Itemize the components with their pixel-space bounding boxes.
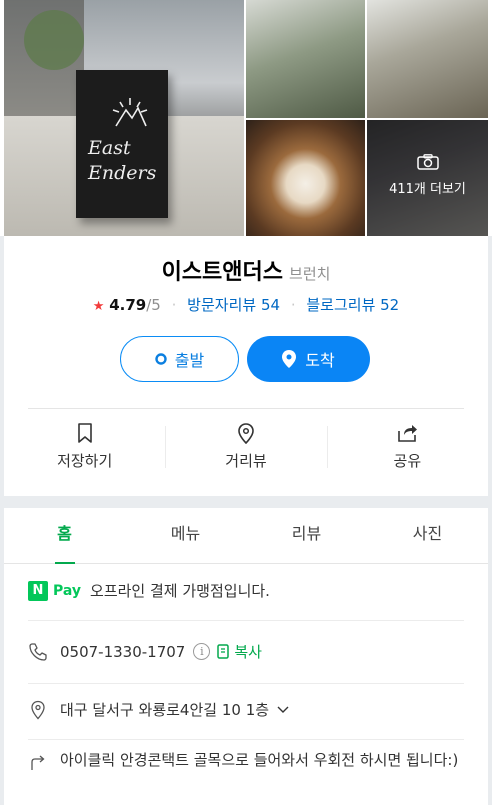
info-icon[interactable]: i bbox=[193, 643, 211, 660]
rating-star-icon: ★ bbox=[92, 299, 105, 314]
photo-interior-1[interactable] bbox=[246, 0, 365, 118]
rating-max: /5 bbox=[146, 296, 161, 314]
share-icon bbox=[398, 425, 418, 442]
map-pin-outline-icon bbox=[238, 423, 254, 444]
action-bar: 저장하기 거리뷰 공유 bbox=[4, 422, 488, 478]
visitor-reviews-link[interactable]: 방문자리뷰 54 bbox=[187, 296, 280, 314]
divider bbox=[28, 620, 464, 621]
share-action[interactable]: 공유 bbox=[326, 422, 488, 478]
save-label: 저장하기 bbox=[57, 452, 113, 470]
address-row[interactable]: 대구 달서구 와룡로4안길 10 1층 bbox=[28, 699, 464, 720]
photo-more[interactable]: 411개 더보기 bbox=[367, 120, 488, 236]
sign-line-2: Enders bbox=[88, 162, 157, 184]
detail-section: 홈 메뉴 리뷰 사진 N Pay 오프라인 결제 가맹점입니다. 0507-13… bbox=[4, 508, 488, 805]
tab-menu[interactable]: 메뉴 bbox=[125, 508, 246, 563]
place-category: 브런치 bbox=[289, 265, 331, 283]
main-photo[interactable]: East Enders bbox=[4, 0, 244, 236]
npay-row: N Pay 오프라인 결제 가맹점입니다. bbox=[28, 580, 464, 601]
arrive-button-label: 도착 bbox=[305, 351, 335, 370]
address-text: 대구 달서구 와룡로4안길 10 1층 bbox=[60, 701, 270, 719]
save-action[interactable]: 저장하기 bbox=[4, 422, 165, 478]
more-photos-link[interactable]: 411개 더보기 bbox=[367, 154, 488, 197]
store-sign: East Enders bbox=[76, 70, 168, 218]
photo-gallery: East Enders 411개 더보기 bbox=[0, 0, 492, 236]
bookmark-icon bbox=[77, 423, 92, 443]
tab-reviews[interactable]: 리뷰 bbox=[246, 508, 367, 563]
start-button-label: 출발 bbox=[174, 351, 205, 370]
blog-reviews-link[interactable]: 블로그리뷰 52 bbox=[306, 296, 399, 314]
rating-row: ★ 4.79/5 · 방문자리뷰 54 · 블로그리뷰 52 bbox=[4, 294, 488, 315]
photo-interior-2[interactable] bbox=[367, 0, 488, 118]
origin-dot-icon bbox=[155, 353, 167, 365]
location-pin-icon bbox=[282, 350, 297, 368]
tab-photos[interactable]: 사진 bbox=[367, 508, 488, 563]
separator-dot: · bbox=[290, 296, 296, 314]
separator-dot: · bbox=[171, 296, 177, 314]
tab-bar: 홈 메뉴 리뷰 사진 bbox=[4, 508, 488, 564]
tab-home[interactable]: 홈 bbox=[4, 508, 125, 564]
divider bbox=[28, 739, 464, 740]
npay-logo-text: Pay bbox=[53, 582, 82, 599]
place-name: 이스트앤더스 bbox=[161, 260, 284, 285]
sun-mountain-logo-icon bbox=[112, 98, 148, 127]
share-label: 공유 bbox=[393, 452, 422, 470]
camera-icon bbox=[416, 154, 439, 170]
chevron-down-icon[interactable] bbox=[277, 706, 289, 714]
rating-value: 4.79 bbox=[109, 296, 147, 314]
start-button[interactable]: 출발 bbox=[120, 336, 239, 382]
phone-icon bbox=[29, 642, 47, 661]
sign-line-1: East bbox=[88, 137, 131, 159]
location-icon bbox=[31, 700, 45, 719]
title-row: 이스트앤더스 브런치 bbox=[4, 254, 488, 286]
divider bbox=[28, 408, 464, 409]
sign-text: East Enders bbox=[88, 136, 156, 186]
phone-number[interactable]: 0507-1330-1707 bbox=[60, 643, 185, 661]
photo-tree bbox=[24, 10, 84, 70]
photo-food[interactable] bbox=[246, 120, 365, 236]
npay-description: 오프라인 결제 가맹점입니다. bbox=[90, 582, 270, 600]
arrive-button[interactable]: 도착 bbox=[247, 336, 370, 382]
street-view-action[interactable]: 거리뷰 bbox=[165, 422, 326, 478]
copy-icon bbox=[217, 643, 230, 659]
phone-row: 0507-1330-1707 i 복사 bbox=[28, 641, 464, 662]
place-info-card: 이스트앤더스 브런치 ★ 4.79/5 · 방문자리뷰 54 · 블로그리뷰 52… bbox=[4, 236, 488, 496]
npay-logo-icon: N bbox=[28, 580, 48, 601]
turn-right-arrow-icon bbox=[31, 755, 45, 770]
directions-text: 아이클릭 안경콘택트 골목으로 들어와서 우회전 하시면 됩니다:) bbox=[60, 751, 459, 769]
more-photos-label: 411개 더보기 bbox=[389, 182, 466, 197]
divider bbox=[28, 683, 464, 684]
copy-phone-button[interactable]: 복사 bbox=[217, 641, 262, 662]
directions-row: 아이클릭 안경콘택트 골목으로 들어와서 우회전 하시면 됩니다:) bbox=[28, 748, 464, 773]
place-page: East Enders 411개 더보기 이스트앤더스 브런치 ★ 4.79/5… bbox=[0, 0, 492, 805]
street-view-label: 거리뷰 bbox=[225, 452, 267, 470]
copy-label: 복사 bbox=[234, 643, 262, 661]
